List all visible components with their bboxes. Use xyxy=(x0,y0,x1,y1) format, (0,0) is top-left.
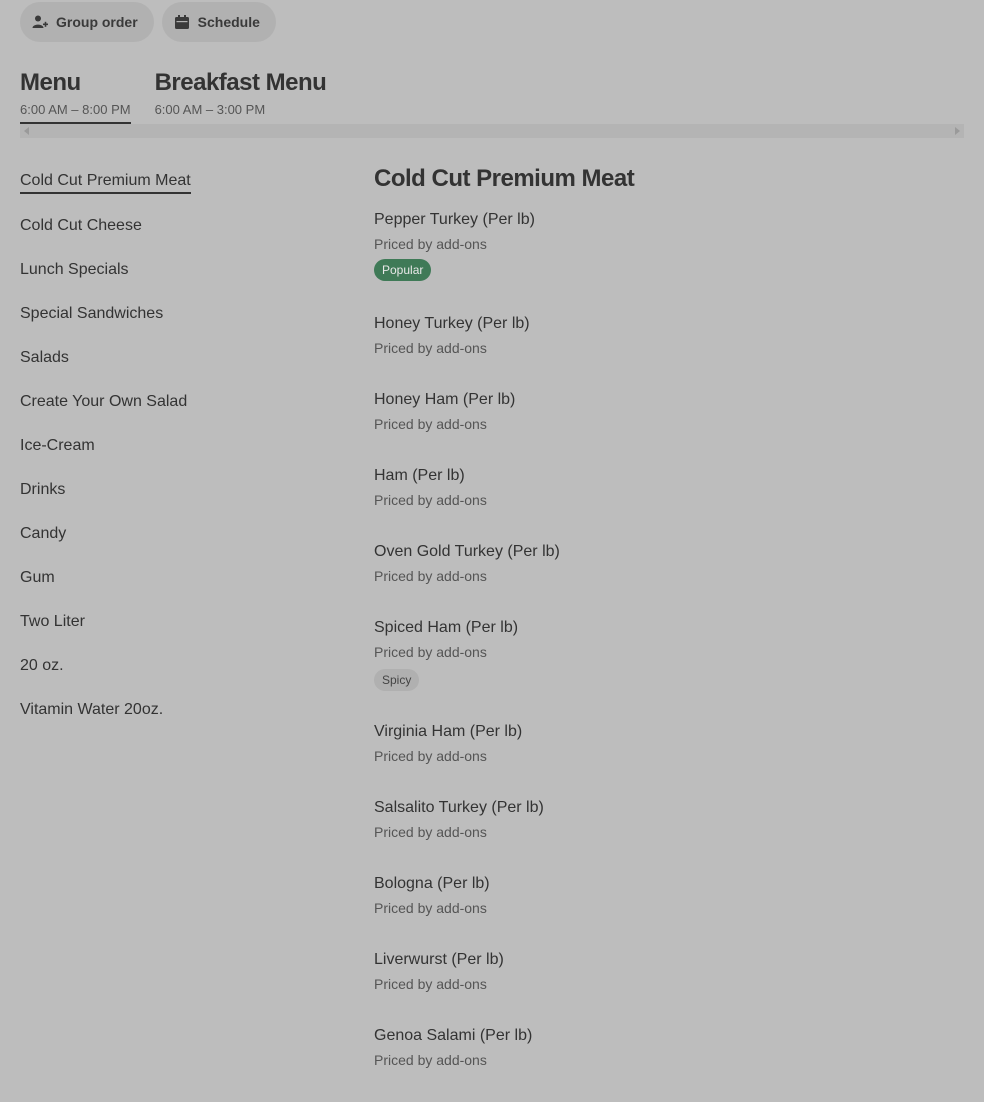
menu-item[interactable]: Honey Turkey (Per lb) Priced by add-ons xyxy=(374,314,964,390)
scroll-right-icon[interactable] xyxy=(955,127,960,135)
sidebar-item-label: Candy xyxy=(20,525,67,542)
menu-tabs: Menu 6:00 AM – 8:00 PM Breakfast Menu 6:… xyxy=(20,68,327,126)
sidebar-item-vitamin-water-20oz[interactable]: Vitamin Water 20oz. xyxy=(20,688,340,732)
menu-item[interactable]: Pepper Turkey (Per lb) Priced by add-ons… xyxy=(374,210,964,314)
menu-item[interactable]: Genoa Salami (Per lb) Priced by add-ons xyxy=(374,1026,964,1102)
sidebar-item-label: Drinks xyxy=(20,481,66,498)
item-price: Priced by add-ons xyxy=(374,644,487,660)
sidebar-item-label: Gum xyxy=(20,569,55,586)
sidebar-item-special-sandwiches[interactable]: Special Sandwiches xyxy=(20,292,340,336)
sidebar-item-label: Salads xyxy=(20,349,69,366)
add-person-icon xyxy=(32,15,48,28)
menu-item[interactable]: Ham (Per lb) Priced by add-ons xyxy=(374,466,964,542)
item-price: Priced by add-ons xyxy=(374,568,487,584)
item-name: Salsalito Turkey (Per lb) xyxy=(374,799,544,816)
sidebar-item-salads[interactable]: Salads xyxy=(20,336,340,380)
sidebar-item-create-your-own-salad[interactable]: Create Your Own Salad xyxy=(20,380,340,424)
sidebar-item-label: Special Sandwiches xyxy=(20,305,164,322)
menu-item[interactable]: Oven Gold Turkey (Per lb) Priced by add-… xyxy=(374,542,964,618)
menu-item[interactable]: Spiced Ham (Per lb) Priced by add-ons Sp… xyxy=(374,618,964,722)
calendar-icon xyxy=(174,15,189,29)
item-price: Priced by add-ons xyxy=(374,492,487,508)
sidebar-item-gum[interactable]: Gum xyxy=(20,556,340,600)
item-price: Priced by add-ons xyxy=(374,1052,487,1068)
sidebar-item-candy[interactable]: Candy xyxy=(20,512,340,556)
top-actions: Group order Schedule xyxy=(20,2,276,42)
menu-item[interactable]: Salsalito Turkey (Per lb) Priced by add-… xyxy=(374,798,964,874)
item-price: Priced by add-ons xyxy=(374,900,487,916)
category-sidebar: Cold Cut Premium Meat Cold Cut Cheese Lu… xyxy=(20,160,340,732)
sidebar-item-label: Two Liter xyxy=(20,613,85,630)
item-name: Spiced Ham (Per lb) xyxy=(374,619,519,636)
sidebar-item-label: 20 oz. xyxy=(20,657,64,674)
sidebar-item-lunch-specials[interactable]: Lunch Specials xyxy=(20,248,340,292)
item-name: Liverwurst (Per lb) xyxy=(374,951,504,968)
sidebar-item-cold-cut-cheese[interactable]: Cold Cut Cheese xyxy=(20,204,340,248)
item-name: Virginia Ham (Per lb) xyxy=(374,723,523,740)
item-price: Priced by add-ons xyxy=(374,748,487,764)
item-price: Priced by add-ons xyxy=(374,824,487,840)
item-name: Bologna (Per lb) xyxy=(374,875,490,892)
menu-item[interactable]: Liverwurst (Per lb) Priced by add-ons xyxy=(374,950,964,1026)
item-name: Pepper Turkey (Per lb) xyxy=(374,211,535,228)
item-price: Priced by add-ons xyxy=(374,976,487,992)
popular-badge: Popular xyxy=(374,259,432,281)
menu-item[interactable]: Bologna (Per lb) Priced by add-ons xyxy=(374,874,964,950)
tab-breakfast-menu-hours: 6:00 AM – 3:00 PM xyxy=(154,102,266,117)
item-name: Honey Turkey (Per lb) xyxy=(374,315,530,332)
sidebar-item-drinks[interactable]: Drinks xyxy=(20,468,340,512)
sidebar-item-label: Create Your Own Salad xyxy=(20,393,188,410)
sidebar-item-cold-cut-premium-meat[interactable]: Cold Cut Premium Meat xyxy=(20,160,340,204)
sidebar-item-label: Vitamin Water 20oz. xyxy=(20,701,164,718)
tab-breakfast-menu-name: Breakfast Menu xyxy=(154,69,327,96)
item-price: Priced by add-ons xyxy=(374,236,487,252)
horizontal-scrollbar[interactable] xyxy=(20,124,964,138)
item-name: Oven Gold Turkey (Per lb) xyxy=(374,543,560,560)
tab-breakfast-menu[interactable]: Breakfast Menu 6:00 AM – 3:00 PM xyxy=(155,68,327,126)
sidebar-item-label: Ice-Cream xyxy=(20,437,95,454)
item-name: Honey Ham (Per lb) xyxy=(374,391,516,408)
sidebar-item-20-oz[interactable]: 20 oz. xyxy=(20,644,340,688)
tab-menu-name: Menu xyxy=(20,69,81,96)
sidebar-item-label: Cold Cut Cheese xyxy=(20,217,142,234)
section-title: Cold Cut Premium Meat xyxy=(374,165,635,192)
item-price: Priced by add-ons xyxy=(374,416,487,432)
scroll-left-icon[interactable] xyxy=(24,127,29,135)
tab-menu[interactable]: Menu 6:00 AM – 8:00 PM xyxy=(20,68,131,126)
group-order-button[interactable]: Group order xyxy=(20,2,154,42)
schedule-label: Schedule xyxy=(197,14,260,30)
menu-item[interactable]: Virginia Ham (Per lb) Priced by add-ons xyxy=(374,722,964,798)
menu-section: Cold Cut Premium Meat Pepper Turkey (Per… xyxy=(374,160,964,1102)
group-order-label: Group order xyxy=(56,14,138,30)
sidebar-item-two-liter[interactable]: Two Liter xyxy=(20,600,340,644)
tab-menu-hours: 6:00 AM – 8:00 PM xyxy=(20,102,131,117)
spicy-badge: Spicy xyxy=(374,669,420,691)
item-price: Priced by add-ons xyxy=(374,340,487,356)
sidebar-item-label: Cold Cut Premium Meat xyxy=(20,170,191,194)
sidebar-item-ice-cream[interactable]: Ice-Cream xyxy=(20,424,340,468)
menu-item[interactable]: Honey Ham (Per lb) Priced by add-ons xyxy=(374,390,964,466)
schedule-button[interactable]: Schedule xyxy=(161,2,276,42)
item-name: Ham (Per lb) xyxy=(374,467,465,484)
item-name: Genoa Salami (Per lb) xyxy=(374,1027,533,1044)
sidebar-item-label: Lunch Specials xyxy=(20,261,129,278)
